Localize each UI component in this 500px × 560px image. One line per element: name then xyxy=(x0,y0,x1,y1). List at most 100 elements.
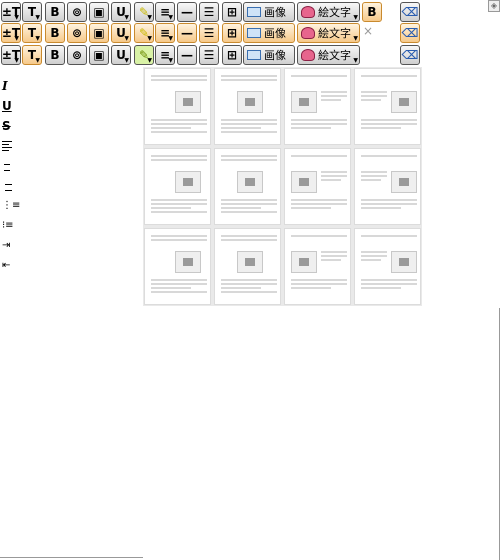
bold-button[interactable]: B xyxy=(45,2,65,22)
dropdown-arrow-icon: ▼ xyxy=(124,14,129,21)
emoji-button[interactable]: 絵文字 ▼ xyxy=(297,23,360,43)
underline-format-button[interactable]: U ▼ xyxy=(111,45,131,65)
layout-template[interactable] xyxy=(144,68,211,145)
layout-template[interactable] xyxy=(284,68,351,145)
link-button[interactable]: ⊚ xyxy=(67,45,87,65)
horizontal-rule-button[interactable]: — xyxy=(177,2,197,22)
horizontal-rule-button[interactable]: — xyxy=(177,23,197,43)
close-icon[interactable]: × xyxy=(363,24,373,38)
underline-format-button[interactable]: U ▼ xyxy=(111,23,131,43)
table-button[interactable]: ⊞ xyxy=(222,2,242,22)
bold-button[interactable]: B xyxy=(45,45,65,65)
dropdown-arrow-icon: ▼ xyxy=(124,35,129,42)
list-button[interactable]: ☰ xyxy=(199,2,219,22)
table-button[interactable]: ⊞ xyxy=(222,45,242,65)
clear-format-button[interactable]: ⌫ xyxy=(400,23,420,43)
layout-template[interactable] xyxy=(214,228,281,305)
table-icon: ⊞ xyxy=(226,5,238,19)
close-corner-icon[interactable]: ◈ xyxy=(488,0,500,12)
format-side-menu: I U S ⋮≡ ⁝≡ ⇥ ⇤ xyxy=(2,76,20,276)
font-size-button[interactable]: ±T ▼ xyxy=(1,45,21,65)
layout-template[interactable] xyxy=(354,148,421,225)
text-line-placeholder xyxy=(291,287,331,289)
image-button[interactable]: 画像 xyxy=(243,23,295,43)
image-placeholder-icon xyxy=(391,171,417,193)
horizontal-rule-button[interactable]: — xyxy=(177,45,197,65)
italic-item[interactable]: I xyxy=(2,76,18,96)
text-line-placeholder xyxy=(221,155,277,157)
text-line-placeholder xyxy=(361,259,381,261)
bold-extra-button[interactable]: B xyxy=(362,2,382,22)
frame-button[interactable]: ▣ xyxy=(89,23,109,43)
frame-button[interactable]: ▣ xyxy=(89,45,109,65)
layout-template[interactable] xyxy=(144,228,211,305)
image-button[interactable]: 画像 xyxy=(243,2,295,22)
layout-template[interactable] xyxy=(284,228,351,305)
text-line-placeholder xyxy=(361,203,417,205)
text-line-placeholder xyxy=(361,75,417,77)
align-left-item[interactable] xyxy=(2,136,18,156)
text-style-button[interactable]: T ▼ xyxy=(22,45,42,65)
dropdown-arrow-icon: ▼ xyxy=(14,57,19,64)
font-size-button[interactable]: ±T ▼ xyxy=(1,23,21,43)
align-button[interactable]: ≡ ▼ xyxy=(155,45,175,65)
indent-item[interactable]: ⇥ xyxy=(2,236,18,256)
layout-template[interactable] xyxy=(354,228,421,305)
text-line-placeholder xyxy=(321,255,347,257)
list-button[interactable]: ☰ xyxy=(199,45,219,65)
frame-button[interactable]: ▣ xyxy=(89,2,109,22)
text-line-placeholder xyxy=(151,207,191,209)
layout-template[interactable] xyxy=(284,148,351,225)
align-button[interactable]: ≡ ▼ xyxy=(155,23,175,43)
layout-template[interactable] xyxy=(214,148,281,225)
outdent-item[interactable]: ⇤ xyxy=(2,256,18,276)
text-line-placeholder xyxy=(221,159,277,161)
dropdown-arrow-icon: ▼ xyxy=(35,57,40,64)
clear-format-icon: ⌫ xyxy=(401,48,419,62)
text-line-placeholder xyxy=(221,131,277,133)
clear-format-button[interactable]: ⌫ xyxy=(400,2,420,22)
clear-format-icon: ⌫ xyxy=(401,5,419,19)
image-button[interactable]: 画像 xyxy=(243,45,295,65)
table-button[interactable]: ⊞ xyxy=(222,23,242,43)
link-button[interactable]: ⊚ xyxy=(67,23,87,43)
highlighter-button[interactable]: ✎ ▼ xyxy=(134,23,154,43)
layout-template[interactable] xyxy=(144,148,211,225)
list-icon: ☰ xyxy=(203,5,215,19)
layout-template[interactable] xyxy=(214,68,281,145)
align-center-item[interactable] xyxy=(2,156,18,176)
highlighter-button[interactable]: ✎ ▼ xyxy=(134,45,154,65)
underline-format-button[interactable]: U ▼ xyxy=(111,2,131,22)
unordered-list-item[interactable]: ⁝≡ xyxy=(2,216,18,236)
link-icon: ⊚ xyxy=(71,48,83,62)
text-line-placeholder xyxy=(361,95,387,97)
bold-button[interactable]: B xyxy=(45,23,65,43)
text-line-placeholder xyxy=(151,155,207,157)
link-button[interactable]: ⊚ xyxy=(67,2,87,22)
image-placeholder-icon xyxy=(291,91,317,113)
text-line-placeholder xyxy=(151,119,207,121)
layout-template[interactable] xyxy=(354,68,421,145)
image-placeholder-icon xyxy=(291,171,317,193)
text-line-placeholder xyxy=(221,127,261,129)
text-line-placeholder xyxy=(221,119,277,121)
align-right-icon xyxy=(2,181,12,191)
list-button[interactable]: ☰ xyxy=(199,23,219,43)
underline-item[interactable]: U xyxy=(2,96,18,116)
highlighter-button[interactable]: ✎ ▼ xyxy=(134,2,154,22)
table-icon: ⊞ xyxy=(226,48,238,62)
align-button[interactable]: ≡ ▼ xyxy=(155,2,175,22)
ordered-list-item[interactable]: ⋮≡ xyxy=(2,196,20,216)
link-icon: ⊚ xyxy=(71,5,83,19)
font-size-button[interactable]: ±T ▼ xyxy=(1,2,21,22)
align-right-item[interactable] xyxy=(2,176,18,196)
clear-format-button[interactable]: ⌫ xyxy=(400,45,420,65)
image-placeholder-icon xyxy=(237,251,263,273)
text-style-button[interactable]: T ▼ xyxy=(22,23,42,43)
text-line-placeholder xyxy=(361,127,401,129)
text-line-placeholder xyxy=(221,75,277,77)
strikethrough-item[interactable]: S xyxy=(2,116,18,136)
emoji-button[interactable]: 絵文字 ▼ xyxy=(297,45,360,65)
text-style-button[interactable]: T ▼ xyxy=(22,2,42,22)
emoji-button[interactable]: 絵文字 ▼ xyxy=(297,2,360,22)
